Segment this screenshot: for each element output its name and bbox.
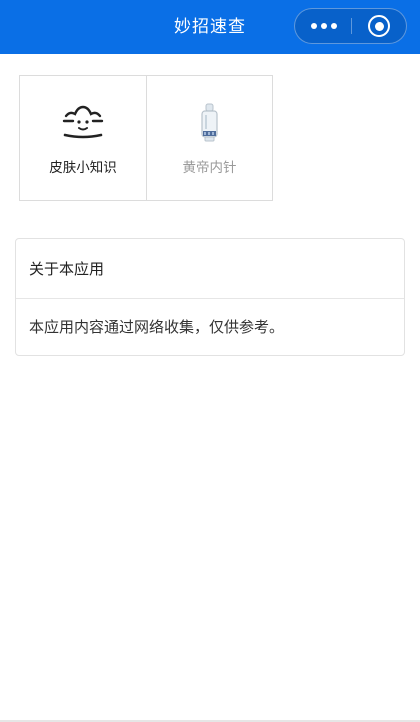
tube-icon: [201, 103, 218, 142]
close-miniprogram-button[interactable]: [352, 9, 406, 43]
app-root: 妙招速查 皮肤小知识 黄帝内针 关于本应用 本应用内容通过网络收集，仅供参考。: [0, 0, 420, 722]
grid-item-skin-knowledge[interactable]: 皮肤小知识: [20, 76, 146, 200]
grid-item-label: 皮肤小知识: [49, 160, 117, 176]
feature-grid: 皮肤小知识 黄帝内针: [19, 75, 273, 201]
about-card: 关于本应用 本应用内容通过网络收集，仅供参考。: [15, 238, 405, 356]
menu-capsule: [294, 8, 407, 44]
grid-item-label: 黄帝内针: [182, 160, 237, 176]
grid-item-huangdi-needle[interactable]: 黄帝内针: [146, 76, 272, 200]
target-icon-core: [375, 22, 384, 31]
about-card-title: 关于本应用: [16, 239, 404, 299]
more-button[interactable]: [295, 9, 351, 43]
navigation-bar: 妙招速查: [0, 0, 420, 54]
skin-face-icon: [62, 105, 104, 139]
about-card-body: 本应用内容通过网络收集，仅供参考。: [29, 318, 285, 336]
